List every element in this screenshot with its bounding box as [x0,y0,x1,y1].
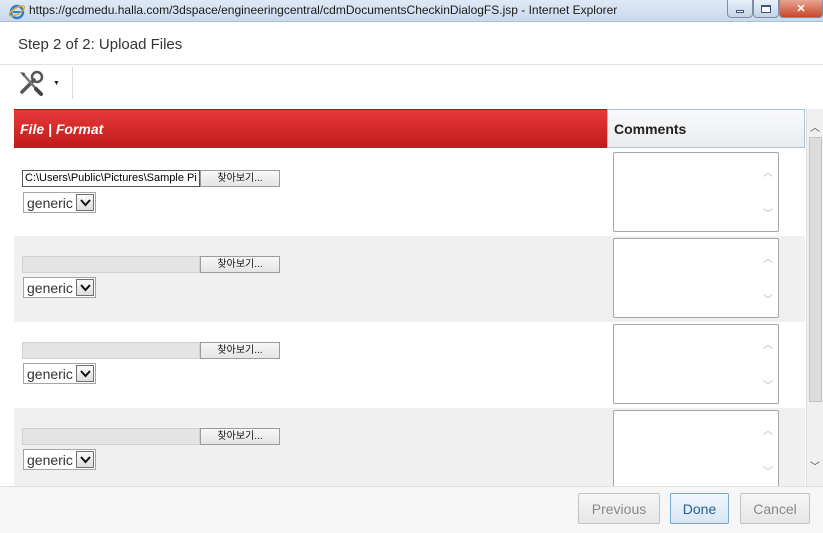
close-icon: ✕ [796,3,806,15]
format-select-value: generic [27,366,73,382]
close-button[interactable]: ✕ [779,0,823,18]
toolbar-separator [72,67,73,99]
previous-button[interactable]: Previous [578,493,660,524]
format-select-value: generic [27,195,73,211]
browse-button[interactable]: 찾아보기... [200,342,280,359]
file-path-input[interactable] [22,256,200,273]
page-title: Step 2 of 2: Upload Files [18,36,183,53]
format-select[interactable]: generic [23,277,96,298]
table-header: File | Format Comments [14,109,805,148]
table-row: 찾아보기... generic ︿ ﹀ [14,408,805,486]
scrollbar-thumb[interactable] [809,137,822,402]
scroll-up-icon[interactable]: ︿ [810,119,820,134]
internet-explorer-icon [8,4,26,20]
toolbar: ▼ [0,65,823,101]
table-row: 찾아보기... generic ︿ ﹀ [14,322,805,408]
comment-textarea[interactable] [613,324,779,404]
minimize-icon [736,10,744,13]
table-row: C:\Users\Public\Pictures\Sample Pi 찾아보기.… [14,148,805,234]
chevron-down-icon[interactable] [76,451,94,468]
browse-button[interactable]: 찾아보기... [200,428,280,445]
upload-rows: C:\Users\Public\Pictures\Sample Pi 찾아보기.… [14,148,805,486]
chevron-down-icon[interactable] [76,194,94,211]
comment-textarea[interactable] [613,410,779,486]
format-select-value: generic [27,452,73,468]
chevron-down-icon[interactable] [76,365,94,382]
window-title: https://gcdmedu.halla.com/3dspace/engine… [29,3,618,17]
minimize-button[interactable] [727,0,753,18]
browser-window: https://gcdmedu.halla.com/3dspace/engine… [0,0,823,533]
tools-icon [20,70,44,96]
comment-textarea[interactable] [613,238,779,318]
format-select[interactable]: generic [23,192,96,213]
done-button[interactable]: Done [670,493,729,524]
tools-menu-button[interactable]: ▼ [16,67,62,99]
column-header-file-format-label: File | Format [20,121,104,137]
chevron-down-icon[interactable] [76,279,94,296]
browse-button[interactable]: 찾아보기... [200,170,280,187]
column-header-comments-label: Comments [614,121,687,137]
format-select[interactable]: generic [23,363,96,384]
chevron-down-icon: ▼ [53,80,60,87]
format-select-value: generic [27,280,73,296]
title-bar: https://gcdmedu.halla.com/3dspace/engine… [0,0,823,22]
column-header-comments: Comments [607,109,805,148]
dialog-footer: Previous Done Cancel [0,486,823,533]
comment-textarea[interactable] [613,152,779,232]
table-row: 찾아보기... generic ︿ ﹀ [14,236,805,322]
browse-button[interactable]: 찾아보기... [200,256,280,273]
file-path-input[interactable]: C:\Users\Public\Pictures\Sample Pi [22,170,200,187]
maximize-button[interactable] [753,0,779,18]
cancel-button[interactable]: Cancel [740,493,810,524]
file-path-input[interactable] [22,428,200,445]
scroll-down-icon[interactable]: ﹀ [810,458,820,473]
vertical-scrollbar[interactable]: ︿ ﹀ [806,109,823,486]
maximize-icon [761,4,771,13]
file-path-input[interactable] [22,342,200,359]
format-select[interactable]: generic [23,449,96,470]
column-header-file-format: File | Format [14,109,607,148]
